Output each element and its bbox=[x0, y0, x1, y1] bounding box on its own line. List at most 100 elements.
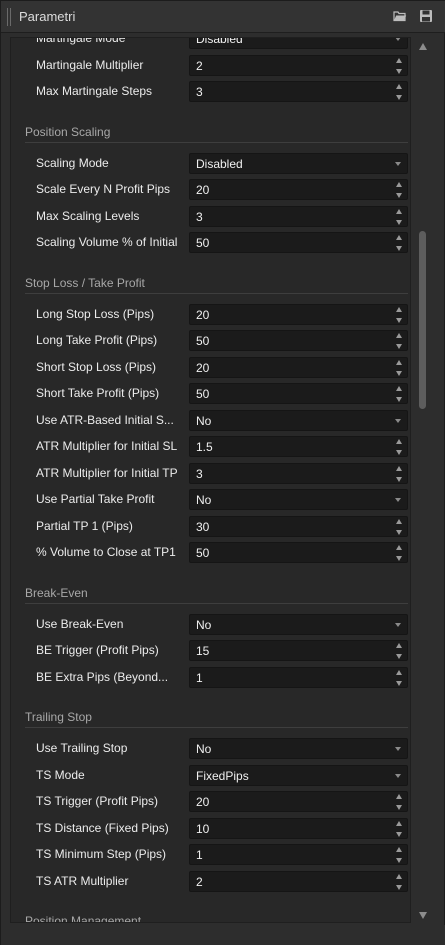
select-dropdown[interactable]: Disabled bbox=[189, 152, 408, 174]
stepper-up-icon[interactable] bbox=[396, 669, 402, 675]
stepper-icon[interactable] bbox=[396, 439, 403, 455]
stepper-down-icon[interactable] bbox=[396, 831, 402, 837]
number-input[interactable]: 15 bbox=[189, 640, 408, 661]
stepper-icon[interactable] bbox=[396, 465, 403, 482]
stepper-down-icon[interactable] bbox=[396, 529, 402, 535]
select-dropdown[interactable]: No bbox=[189, 489, 408, 510]
field-value[interactable]: No bbox=[196, 493, 211, 507]
stepper-up-icon[interactable] bbox=[396, 820, 402, 826]
field-value[interactable]: 15 bbox=[196, 644, 209, 658]
stepper-icon[interactable] bbox=[396, 669, 403, 686]
save-icon[interactable] bbox=[419, 9, 433, 23]
chevron-down-icon[interactable] bbox=[395, 418, 401, 423]
number-input[interactable]: 50 bbox=[189, 232, 408, 253]
number-input[interactable]: 20 bbox=[189, 791, 408, 812]
stepper-up-icon[interactable] bbox=[396, 57, 402, 63]
stepper-icon[interactable] bbox=[396, 235, 403, 251]
stepper-up-icon[interactable] bbox=[396, 873, 402, 879]
stepper-up-icon[interactable] bbox=[396, 439, 402, 444]
number-input[interactable]: 1 bbox=[189, 844, 408, 865]
number-input[interactable]: 20 bbox=[189, 179, 408, 200]
number-input[interactable]: 20 bbox=[189, 303, 408, 325]
stepper-down-icon[interactable] bbox=[396, 68, 402, 74]
stepper-down-icon[interactable] bbox=[396, 370, 402, 376]
stepper-up-icon[interactable] bbox=[396, 518, 402, 524]
stepper-up-icon[interactable] bbox=[396, 643, 402, 648]
stepper-icon[interactable] bbox=[396, 333, 403, 349]
number-input[interactable]: 1 bbox=[189, 666, 408, 688]
select-dropdown[interactable]: FixedPips bbox=[189, 764, 408, 786]
number-input[interactable]: 3 bbox=[189, 462, 408, 484]
drag-grip[interactable] bbox=[7, 8, 11, 26]
number-input[interactable]: 3 bbox=[189, 81, 408, 102]
select-dropdown[interactable]: No bbox=[189, 738, 408, 759]
field-value[interactable]: 20 bbox=[196, 183, 209, 197]
stepper-down-icon[interactable] bbox=[396, 680, 402, 686]
chevron-down-icon[interactable] bbox=[395, 161, 401, 166]
stepper-down-icon[interactable] bbox=[396, 476, 402, 482]
stepper-icon[interactable] bbox=[396, 643, 403, 659]
stepper-down-icon[interactable] bbox=[396, 219, 402, 225]
stepper-up-icon[interactable] bbox=[396, 182, 402, 187]
field-value[interactable]: 50 bbox=[196, 236, 209, 250]
stepper-icon[interactable] bbox=[396, 545, 403, 561]
stepper-up-icon[interactable] bbox=[396, 794, 402, 799]
stepper-up-icon[interactable] bbox=[396, 306, 402, 312]
stepper-icon[interactable] bbox=[396, 794, 403, 810]
parameters-list[interactable]: Martingale Mode Disabled Martingale Multip… bbox=[10, 37, 411, 923]
stepper-down-icon[interactable] bbox=[396, 95, 402, 100]
field-value[interactable]: FixedPips bbox=[196, 769, 249, 783]
stepper-down-icon[interactable] bbox=[396, 317, 402, 323]
number-input[interactable]: 20 bbox=[189, 356, 408, 378]
stepper-down-icon[interactable] bbox=[396, 193, 402, 198]
stepper-icon[interactable] bbox=[396, 359, 403, 376]
stepper-down-icon[interactable] bbox=[396, 858, 402, 863]
stepper-down-icon[interactable] bbox=[396, 344, 402, 349]
field-value[interactable]: 1 bbox=[196, 848, 203, 862]
chevron-down-icon[interactable] bbox=[395, 498, 401, 502]
stepper-up-icon[interactable] bbox=[396, 84, 402, 89]
number-input[interactable]: 10 bbox=[189, 817, 408, 839]
field-value[interactable]: No bbox=[196, 414, 211, 428]
stepper-icon[interactable] bbox=[396, 306, 403, 323]
stepper-up-icon[interactable] bbox=[396, 333, 402, 338]
stepper-up-icon[interactable] bbox=[396, 235, 402, 240]
field-value[interactable]: Disabled bbox=[196, 157, 243, 171]
folder-open-icon[interactable] bbox=[393, 9, 407, 23]
stepper-down-icon[interactable] bbox=[396, 654, 402, 659]
stepper-icon[interactable] bbox=[396, 182, 403, 198]
stepper-up-icon[interactable] bbox=[396, 847, 402, 852]
number-input[interactable]: 50 bbox=[189, 383, 408, 404]
stepper-icon[interactable] bbox=[396, 847, 403, 863]
number-input[interactable]: 3 bbox=[189, 205, 408, 227]
stepper-down-icon[interactable] bbox=[396, 805, 402, 810]
field-value[interactable]: No bbox=[196, 618, 211, 632]
field-value[interactable]: Disabled bbox=[196, 38, 243, 46]
field-value[interactable]: 20 bbox=[196, 795, 209, 809]
stepper-icon[interactable] bbox=[396, 820, 403, 837]
field-value[interactable]: 20 bbox=[196, 361, 209, 375]
stepper-up-icon[interactable] bbox=[396, 208, 402, 214]
scroll-down-icon[interactable] bbox=[419, 912, 427, 919]
chevron-down-icon[interactable] bbox=[395, 747, 401, 751]
scroll-thumb[interactable] bbox=[419, 231, 426, 409]
chevron-down-icon[interactable] bbox=[395, 773, 401, 778]
stepper-down-icon[interactable] bbox=[396, 450, 402, 455]
scroll-up-icon[interactable] bbox=[419, 43, 427, 50]
stepper-up-icon[interactable] bbox=[396, 545, 402, 550]
number-input[interactable]: 50 bbox=[189, 330, 408, 351]
stepper-down-icon[interactable] bbox=[396, 884, 402, 890]
number-input[interactable]: 30 bbox=[189, 515, 408, 537]
field-value[interactable]: 20 bbox=[196, 308, 209, 322]
field-value[interactable]: 3 bbox=[196, 210, 203, 224]
number-input[interactable]: 1.5 bbox=[189, 436, 408, 457]
number-input[interactable]: 2 bbox=[189, 870, 408, 892]
field-value[interactable]: No bbox=[196, 742, 211, 756]
stepper-icon[interactable] bbox=[396, 873, 403, 890]
chevron-down-icon[interactable] bbox=[395, 622, 401, 627]
stepper-up-icon[interactable] bbox=[396, 386, 402, 391]
number-input[interactable]: 50 bbox=[189, 542, 408, 563]
stepper-up-icon[interactable] bbox=[396, 465, 402, 471]
field-value[interactable]: 2 bbox=[196, 59, 203, 73]
stepper-icon[interactable] bbox=[396, 57, 403, 74]
